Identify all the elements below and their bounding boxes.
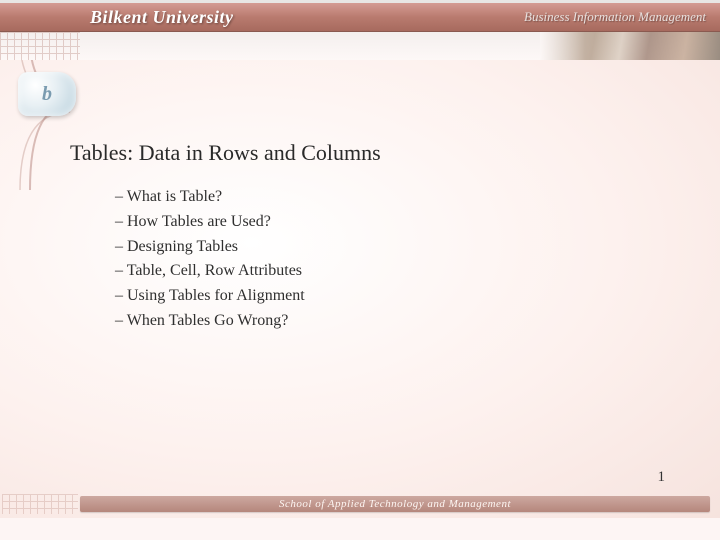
- list-item: Using Tables for Alignment: [115, 284, 305, 309]
- footer-school-name: School of Applied Technology and Managem…: [279, 498, 511, 510]
- header-photo-decoration: [540, 32, 720, 60]
- list-item: Designing Tables: [115, 235, 305, 260]
- list-item: Table, Cell, Row Attributes: [115, 259, 305, 284]
- slide-title: Tables: Data in Rows and Columns: [70, 140, 381, 166]
- bullet-list: What is Table? How Tables are Used? Desi…: [115, 185, 305, 334]
- department-name: Business Information Management: [524, 9, 706, 25]
- slide-content: b Tables: Data in Rows and Columns What …: [0, 60, 720, 518]
- grid-pattern-icon: [0, 32, 80, 60]
- header-band: Bilkent University Business Information …: [0, 0, 720, 32]
- list-item: What is Table?: [115, 185, 305, 210]
- footer-grid-icon: [2, 494, 78, 514]
- university-logo-icon: b: [18, 72, 76, 116]
- decorative-strip: [0, 32, 720, 60]
- footer-band: School of Applied Technology and Managem…: [80, 496, 710, 512]
- list-item: How Tables are Used?: [115, 210, 305, 235]
- list-item: When Tables Go Wrong?: [115, 309, 305, 334]
- institution-name: Bilkent University: [90, 7, 234, 28]
- page-number: 1: [658, 469, 666, 486]
- logo-glyph: b: [42, 83, 52, 106]
